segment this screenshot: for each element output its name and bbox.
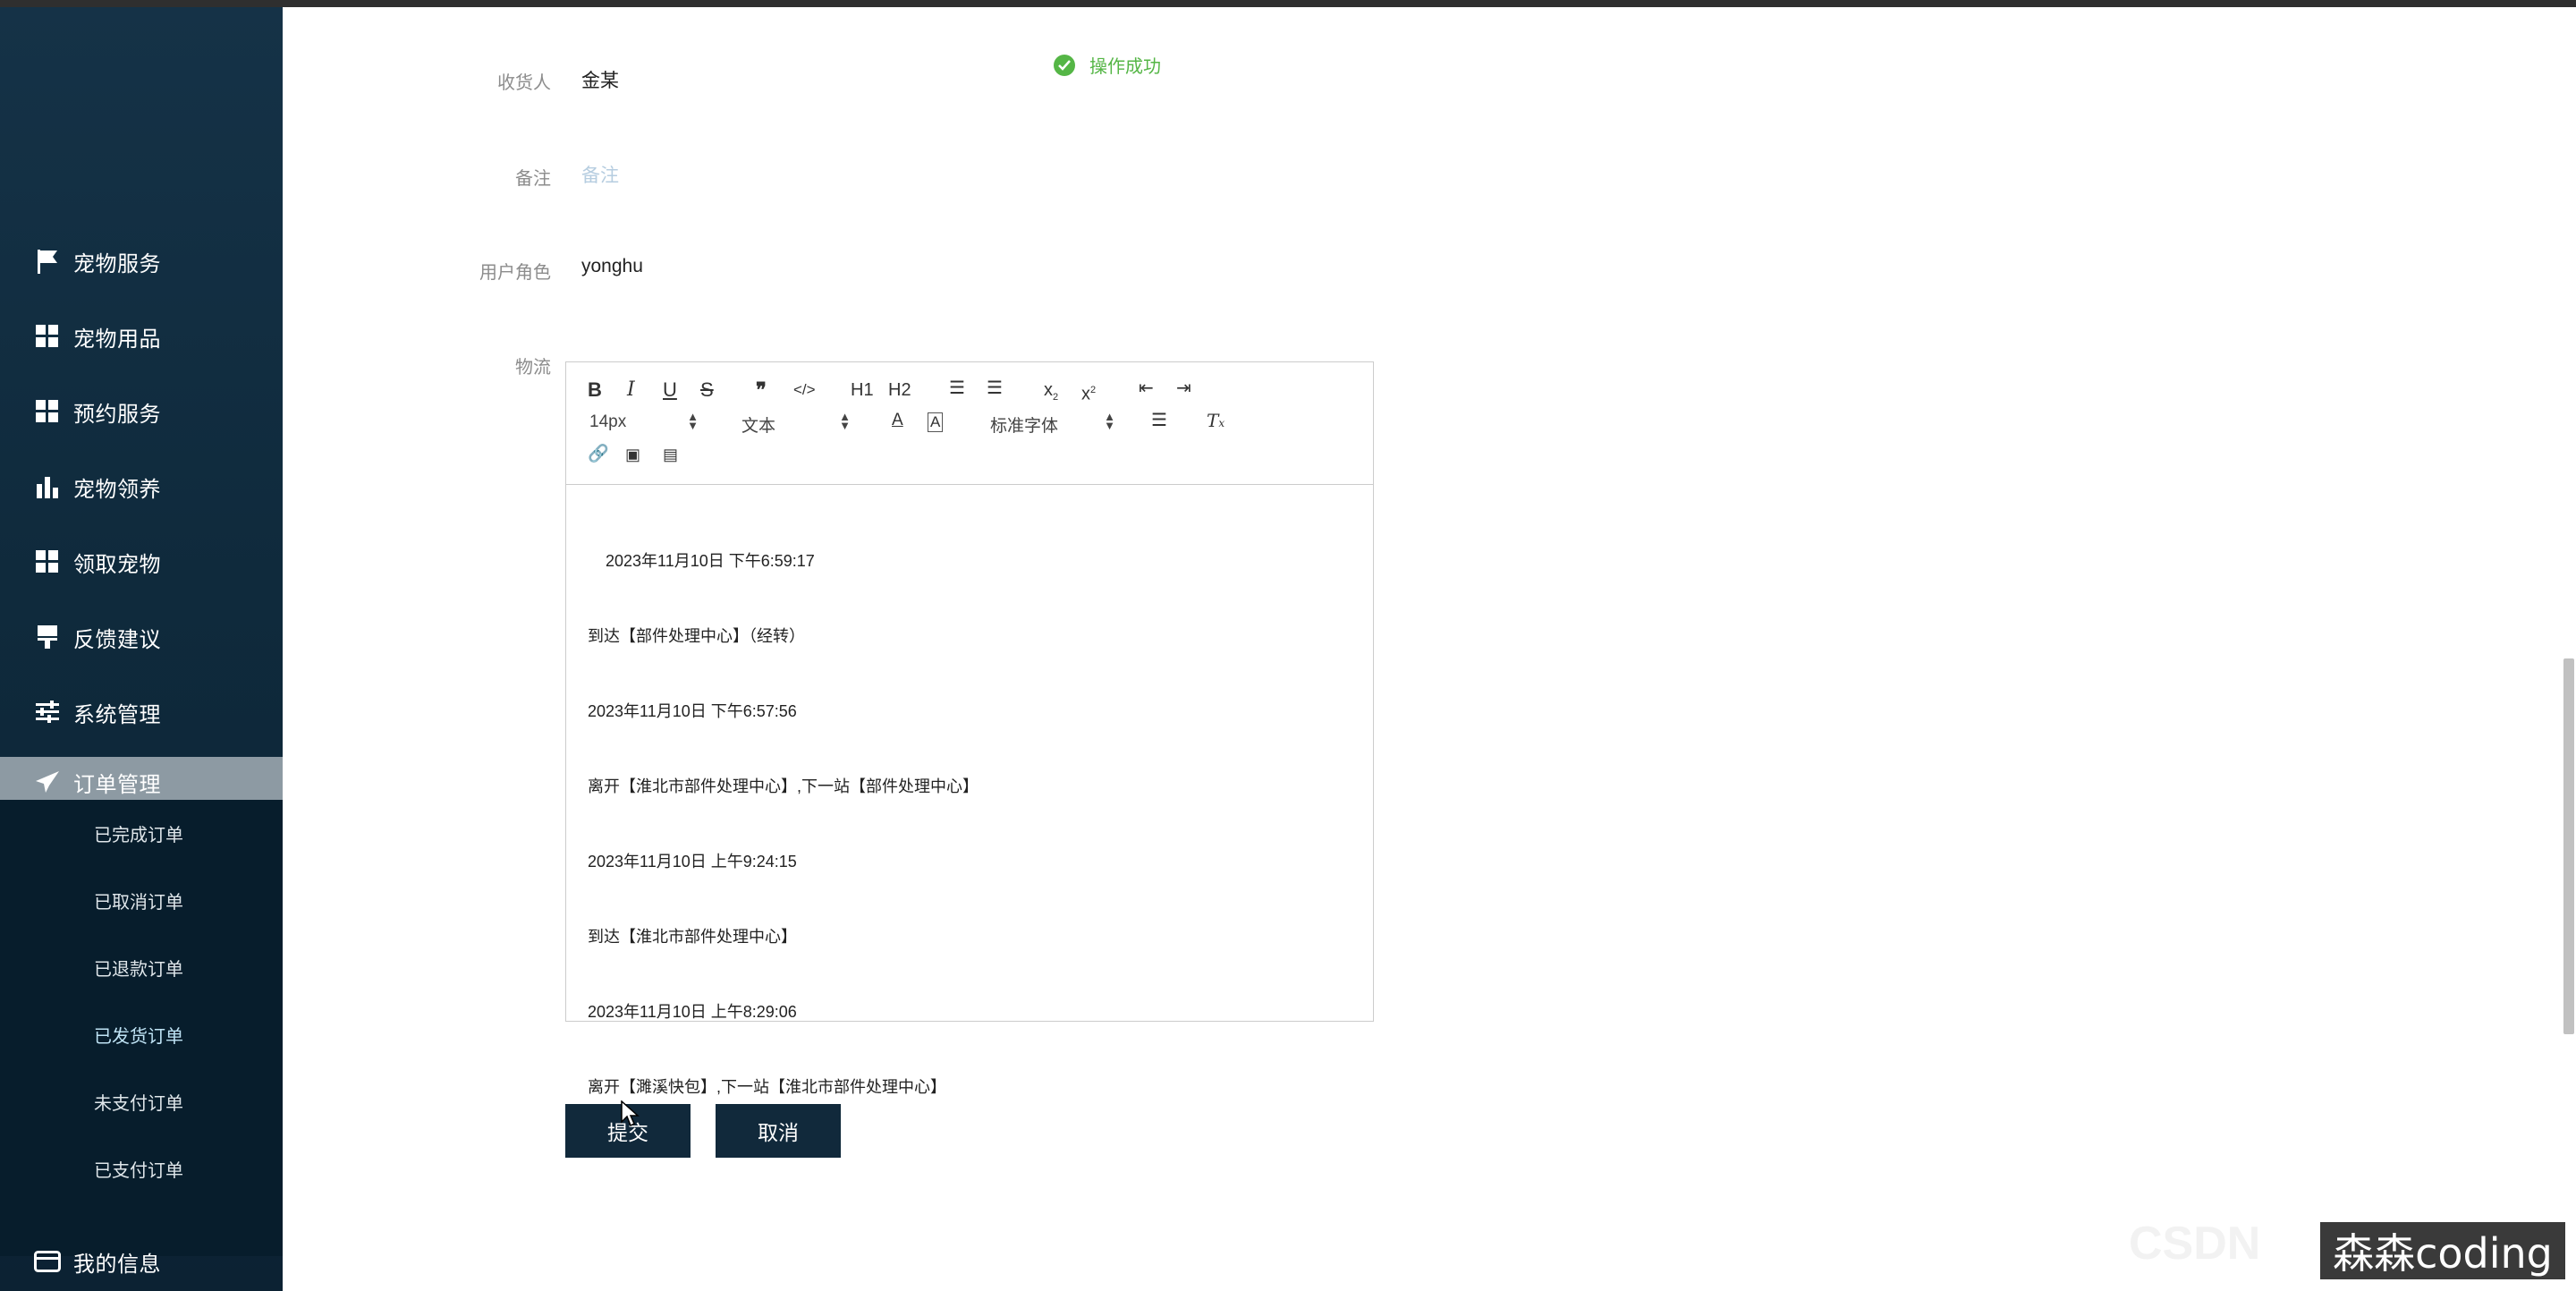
submenu-shipped-orders[interactable]: 已发货订单 bbox=[0, 1001, 283, 1068]
sidebar-item-label: 宠物用品 bbox=[73, 327, 161, 352]
ordered-list-icon[interactable]: ☰ bbox=[949, 377, 965, 400]
logistics-line: 到达【部件处理中心】（经转） bbox=[588, 627, 805, 645]
success-toast: 操作成功 bbox=[1054, 52, 1161, 78]
text-color-icon[interactable]: A bbox=[892, 409, 903, 432]
chevron-updown-icon: ▲ ▼ bbox=[687, 410, 699, 432]
sidebar-item-pet-supplies[interactable]: 宠物用品 bbox=[0, 299, 283, 374]
receiver-value[interactable]: 金某 bbox=[581, 66, 619, 93]
logistics-line: 离开【濉溪快包】,下一站【淮北市部件处理中心】 bbox=[588, 1078, 946, 1096]
wallet-icon bbox=[34, 1248, 61, 1275]
sidebar-item-adoption[interactable]: 宠物领养 bbox=[0, 449, 283, 524]
sidebar-item-label: 订单管理 bbox=[73, 772, 161, 797]
sidebar-item-label: 领取宠物 bbox=[73, 552, 161, 577]
submenu-completed-orders[interactable]: 已完成订单 bbox=[0, 800, 283, 867]
logistics-line: 2023年11月10日 下午6:59:17 bbox=[588, 552, 815, 570]
logistics-editor[interactable]: B I U S ❞ </> H1 H2 ☰ ☰ x2 x2 ⇤ ⇥ 14px ▲… bbox=[565, 361, 1374, 1096]
h1-icon[interactable]: H1 bbox=[851, 378, 874, 402]
sidebar-item-label: 我的信息 bbox=[73, 1252, 161, 1277]
strikethrough-icon[interactable]: S bbox=[700, 378, 714, 402]
bold-icon[interactable]: B bbox=[588, 378, 602, 402]
brush-icon bbox=[34, 624, 61, 650]
italic-icon[interactable]: I bbox=[627, 378, 635, 402]
submenu-paid-orders[interactable]: 已支付订单 bbox=[0, 1135, 283, 1202]
grid-icon bbox=[34, 548, 61, 575]
underline-icon[interactable]: U bbox=[663, 378, 677, 402]
remark-label: 备注 bbox=[515, 169, 551, 189]
header-select-value: 文本 bbox=[741, 417, 776, 436]
send-icon bbox=[34, 769, 61, 795]
image-icon[interactable]: ▣ bbox=[625, 443, 640, 466]
chevron-updown-icon: ▲ ▼ bbox=[839, 410, 851, 432]
sidebar-item-label: 宠物领养 bbox=[73, 477, 161, 502]
page-scrollbar[interactable] bbox=[2563, 658, 2574, 1034]
editor-content[interactable]: 2023年11月10日 下午6:59:17 到达【部件处理中心】（经转） 202… bbox=[588, 498, 1357, 1150]
toast-text: 操作成功 bbox=[1089, 57, 1161, 77]
editor-toolbar: B I U S ❞ </> H1 H2 ☰ ☰ x2 x2 ⇤ ⇥ 14px ▲… bbox=[566, 362, 1373, 485]
logistics-line: 离开【淮北市部件处理中心】,下一站【部件处理中心】 bbox=[588, 777, 979, 795]
orders-submenu: 已完成订单 已取消订单 已退款订单 已发货订单 未支付订单 已支付订单 bbox=[0, 800, 283, 1256]
chevron-updown-icon: ▲ ▼ bbox=[1104, 410, 1115, 432]
flag-icon bbox=[34, 248, 61, 275]
mouse-cursor-icon bbox=[621, 1100, 640, 1127]
sidebar-item-claim-pet[interactable]: 领取宠物 bbox=[0, 524, 283, 599]
logistics-label: 物流 bbox=[515, 358, 551, 378]
bar-chart-icon bbox=[34, 473, 61, 500]
indent-icon[interactable]: ⇥ bbox=[1176, 377, 1191, 400]
sidebar-item-system[interactable]: 系统管理 bbox=[0, 675, 283, 750]
bullet-list-icon[interactable]: ☰ bbox=[987, 377, 1003, 400]
submenu-cancelled-orders[interactable]: 已取消订单 bbox=[0, 867, 283, 934]
sidebar-item-label: 预约服务 bbox=[73, 402, 161, 427]
logistics-line: 2023年11月10日 上午8:29:06 bbox=[588, 1003, 797, 1021]
link-icon[interactable]: 🔗 bbox=[588, 443, 609, 466]
sidebar-item-pet-service[interactable]: 宠物服务 bbox=[0, 224, 283, 299]
font-family-select[interactable]: 标准字体 ▲ ▼ bbox=[990, 410, 1115, 437]
background-color-icon[interactable]: A bbox=[928, 412, 944, 432]
role-value[interactable]: yonghu bbox=[581, 256, 643, 277]
window-top-bar bbox=[0, 0, 2576, 7]
video-icon[interactable]: ▤ bbox=[663, 443, 678, 466]
logistics-line: 2023年11月10日 上午9:24:15 bbox=[588, 853, 797, 871]
submenu-unpaid-orders[interactable]: 未支付订单 bbox=[0, 1068, 283, 1135]
clear-format-icon[interactable]: Tx bbox=[1207, 409, 1224, 435]
watermark-faint: CSDN bbox=[2129, 1218, 2261, 1270]
submenu-refunded-orders[interactable]: 已退款订单 bbox=[0, 934, 283, 1001]
header-select[interactable]: 文本 ▲ ▼ bbox=[741, 410, 851, 437]
watermark: 森森coding bbox=[2320, 1222, 2565, 1279]
align-icon[interactable]: ☰ bbox=[1151, 409, 1167, 432]
logistics-line: 2023年11月10日 下午6:57:56 bbox=[588, 702, 797, 720]
sidebar-item-my-info[interactable]: 我的信息 bbox=[0, 1235, 283, 1288]
cancel-button[interactable]: 取消 bbox=[716, 1104, 841, 1158]
grid-icon bbox=[34, 323, 61, 350]
sliders-icon bbox=[34, 699, 61, 726]
sidebar-item-label: 宠物服务 bbox=[73, 251, 161, 276]
sidebar-item-appointment[interactable]: 预约服务 bbox=[0, 374, 283, 449]
outdent-icon[interactable]: ⇤ bbox=[1139, 377, 1154, 400]
font-size-value: 14px bbox=[589, 412, 627, 431]
font-family-value: 标准字体 bbox=[990, 417, 1059, 436]
superscript-icon[interactable]: x2 bbox=[1081, 378, 1096, 406]
remark-input[interactable]: 备注 bbox=[581, 161, 619, 188]
sidebar-item-label: 系统管理 bbox=[73, 702, 161, 727]
sidebar-item-label: 反馈建议 bbox=[73, 627, 161, 652]
check-circle-icon bbox=[1054, 54, 1075, 76]
grid-icon bbox=[34, 398, 61, 425]
font-size-select[interactable]: 14px ▲ ▼ bbox=[589, 410, 699, 432]
sidebar-item-feedback[interactable]: 反馈建议 bbox=[0, 599, 283, 675]
role-label: 用户角色 bbox=[479, 263, 551, 283]
receiver-label: 收货人 bbox=[497, 73, 551, 93]
blockquote-icon[interactable]: ❞ bbox=[756, 378, 767, 402]
subscript-icon[interactable]: x2 bbox=[1044, 378, 1058, 409]
sidebar: 宠物服务 宠物用品 预约服务 宠物领养 领取宠物 反馈建议 系统管理 订单管理 … bbox=[0, 7, 283, 1291]
logistics-line: 到达【淮北市部件处理中心】 bbox=[588, 928, 797, 946]
h2-icon[interactable]: H2 bbox=[888, 378, 911, 402]
code-icon[interactable]: </> bbox=[793, 378, 816, 402]
